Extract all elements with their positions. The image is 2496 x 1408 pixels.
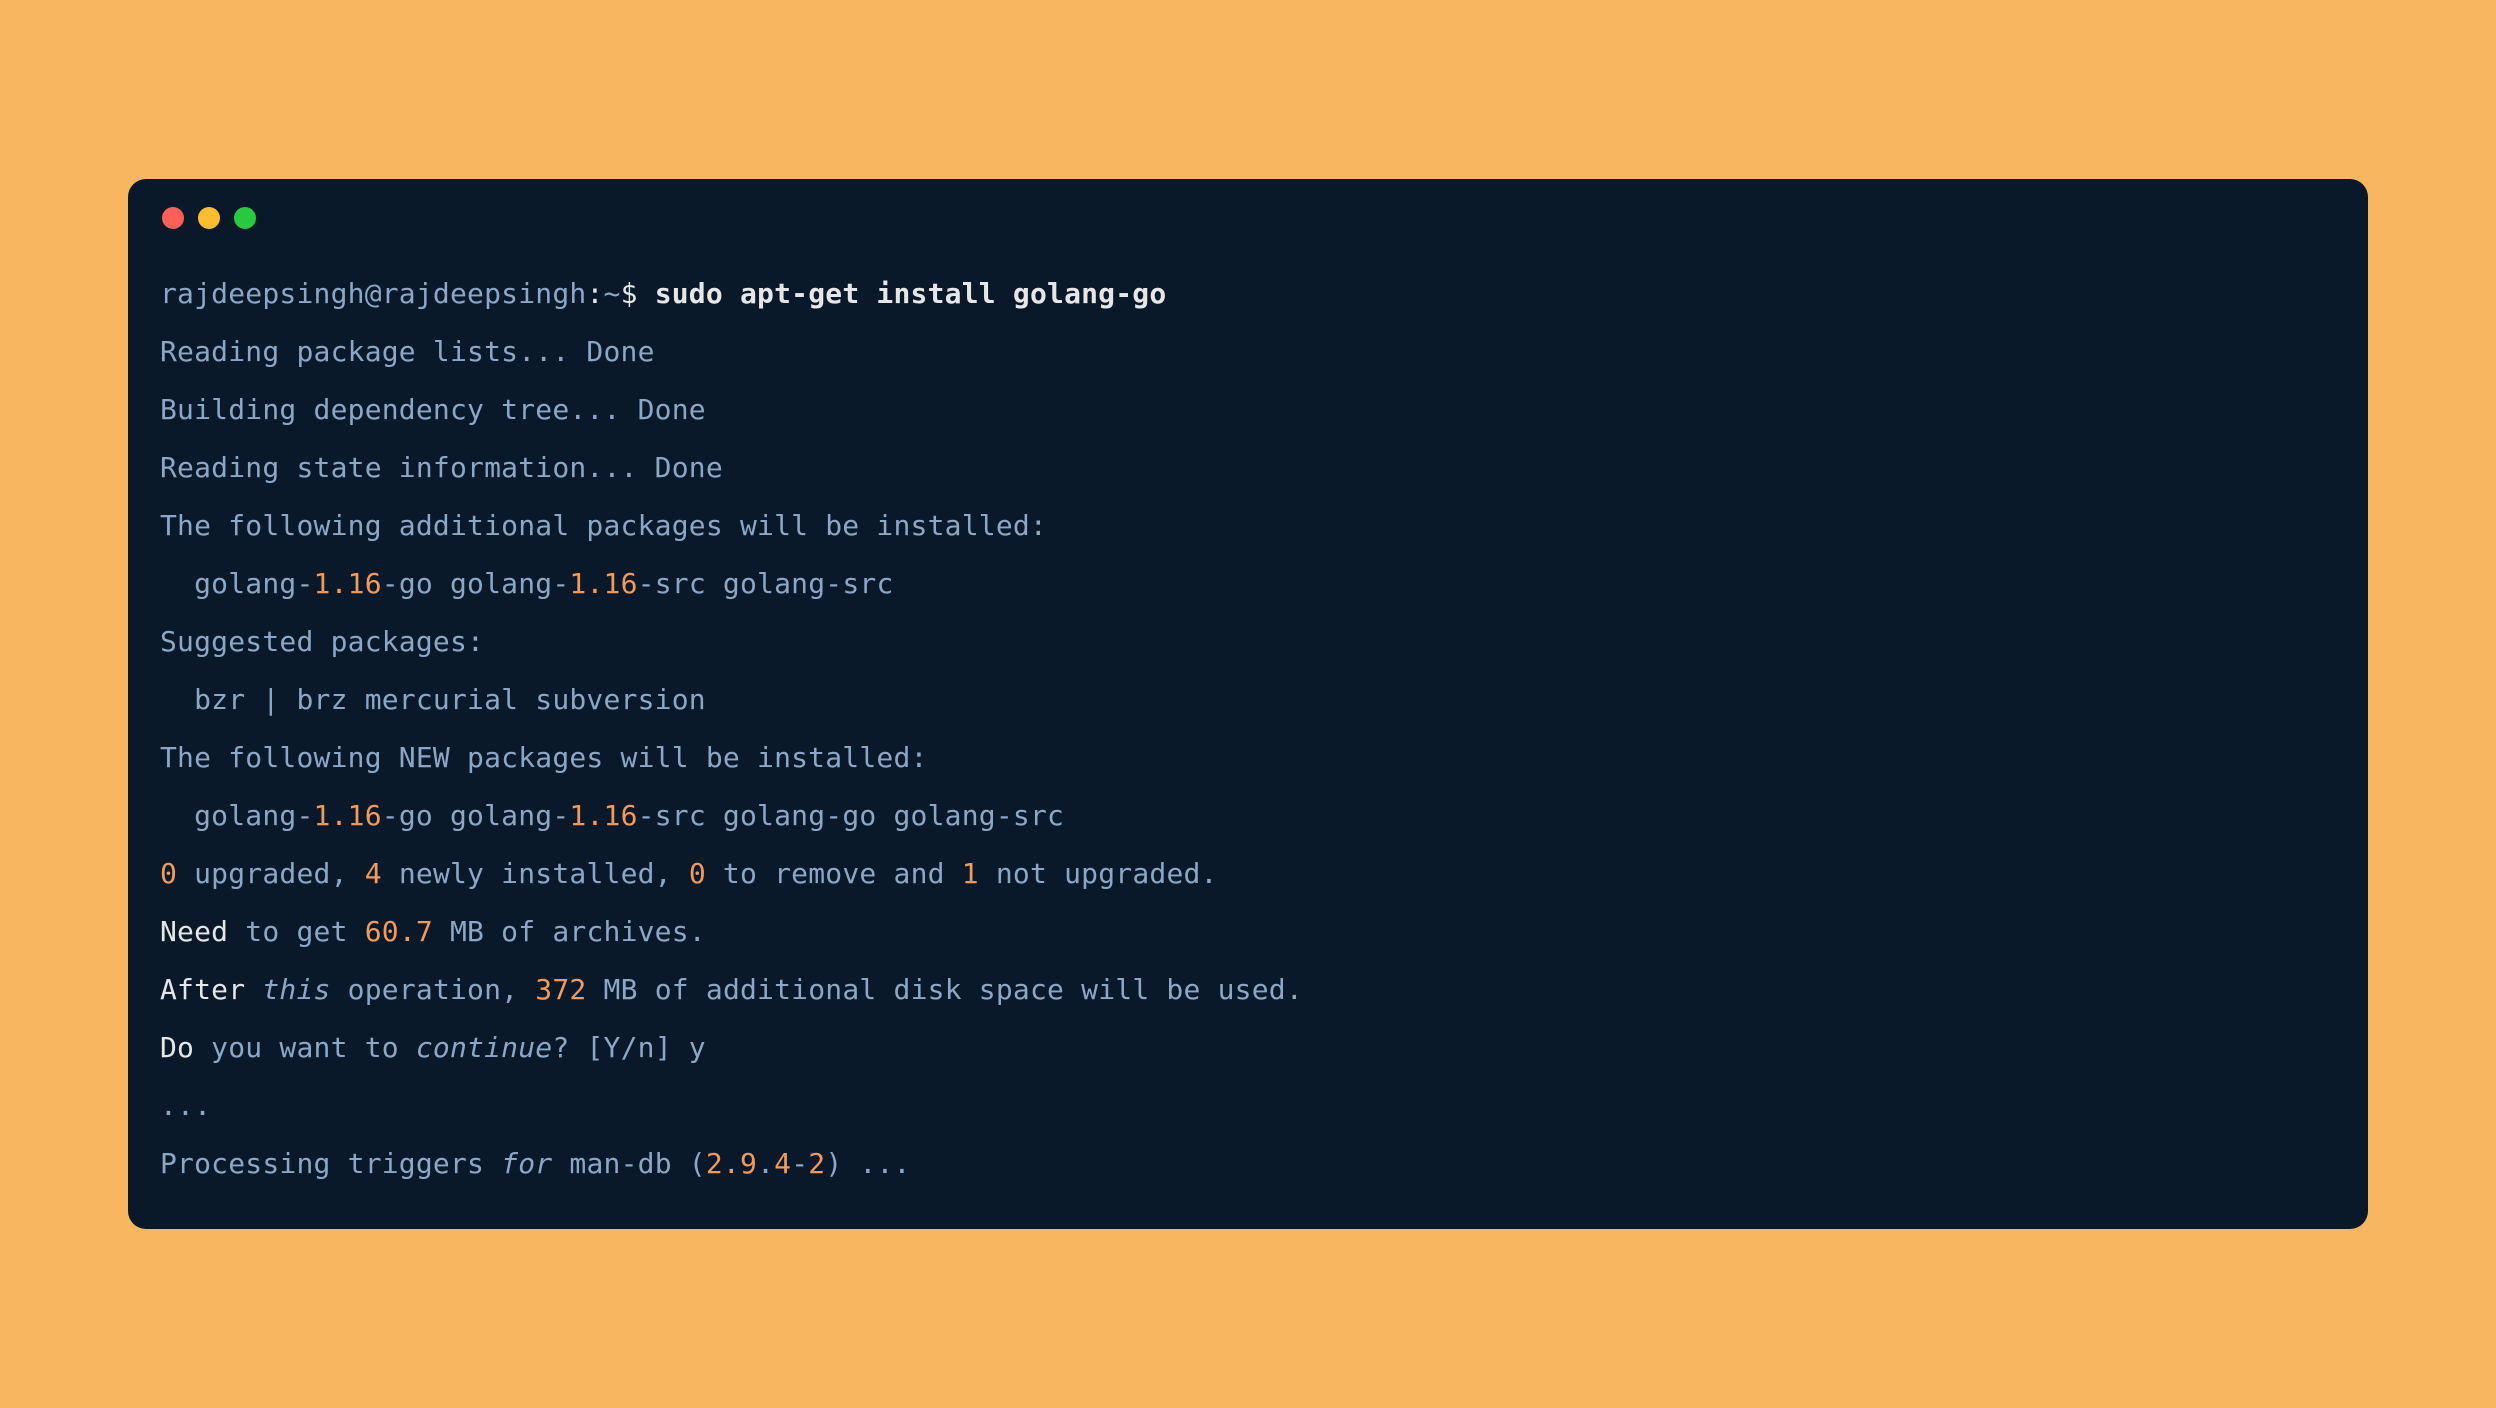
maximize-icon[interactable] xyxy=(234,207,256,229)
command-text: sudo apt-get install golang-go xyxy=(655,277,1167,310)
version-number: 1.16 xyxy=(569,567,637,600)
output-line: -src golang-go golang-src xyxy=(638,799,1064,832)
output-line: operation, xyxy=(331,973,536,1006)
version-number: 1.16 xyxy=(314,799,382,832)
output-line: Suggested packages: xyxy=(160,625,484,658)
output-line: Reading package lists... Done xyxy=(160,335,655,368)
prompt-colon: : xyxy=(586,277,603,310)
output-line: ? [Y/n] y xyxy=(552,1031,706,1064)
output-line: The following NEW packages will be insta… xyxy=(160,741,928,774)
prompt-dollar: $ xyxy=(621,277,638,310)
output-line: - xyxy=(791,1147,808,1180)
keyword: After xyxy=(160,973,245,1006)
count-number: 4 xyxy=(365,857,382,890)
output-line: -src golang-src xyxy=(638,567,894,600)
output-line: golang- xyxy=(160,799,314,832)
output-line: golang- xyxy=(160,567,314,600)
output-line: ... xyxy=(160,1089,211,1122)
version-number: 2.9 xyxy=(706,1147,757,1180)
size-number: 372 xyxy=(535,973,586,1006)
output-line: ) ... xyxy=(825,1147,910,1180)
keyword: Do xyxy=(160,1031,194,1064)
close-icon[interactable] xyxy=(162,207,184,229)
output-line: -go golang- xyxy=(382,567,570,600)
output-line: you want to xyxy=(194,1031,416,1064)
version-number: 1.16 xyxy=(569,799,637,832)
output-line: -go golang- xyxy=(382,799,570,832)
keyword-italic: continue xyxy=(416,1031,552,1064)
output-line: newly installed, xyxy=(382,857,689,890)
keyword-italic: for xyxy=(501,1147,552,1180)
size-number: 60.7 xyxy=(365,915,433,948)
window-controls xyxy=(160,207,2336,229)
prompt-user-host: rajdeepsingh@rajdeepsingh xyxy=(160,277,586,310)
output-line: Building dependency tree... Done xyxy=(160,393,706,426)
output-line: man-db ( xyxy=(552,1147,706,1180)
keyword: Need xyxy=(160,915,228,948)
terminal-content[interactable]: rajdeepsingh@rajdeepsingh:~$ sudo apt-ge… xyxy=(160,265,2336,1193)
count-number: 1 xyxy=(962,857,979,890)
output-line: bzr | brz mercurial subversion xyxy=(160,683,706,716)
version-number: 1.16 xyxy=(314,567,382,600)
output-line: to get xyxy=(228,915,364,948)
output-line: . xyxy=(757,1147,774,1180)
keyword-italic: this xyxy=(262,973,330,1006)
version-number: 2 xyxy=(808,1147,825,1180)
output-line: to remove and xyxy=(706,857,962,890)
output-line: The following additional packages will b… xyxy=(160,509,1047,542)
minimize-icon[interactable] xyxy=(198,207,220,229)
prompt-path: ~ xyxy=(604,277,621,310)
output-line: not upgraded. xyxy=(979,857,1218,890)
output-line: Processing triggers xyxy=(160,1147,501,1180)
output-line: MB of archives. xyxy=(433,915,706,948)
output-line: MB of additional disk space will be used… xyxy=(586,973,1302,1006)
count-number: 0 xyxy=(160,857,177,890)
terminal-window: rajdeepsingh@rajdeepsingh:~$ sudo apt-ge… xyxy=(128,179,2368,1229)
output-line: upgraded, xyxy=(177,857,365,890)
version-number: 4 xyxy=(774,1147,791,1180)
count-number: 0 xyxy=(689,857,706,890)
output-line xyxy=(245,973,262,1006)
output-line: Reading state information... Done xyxy=(160,451,723,484)
